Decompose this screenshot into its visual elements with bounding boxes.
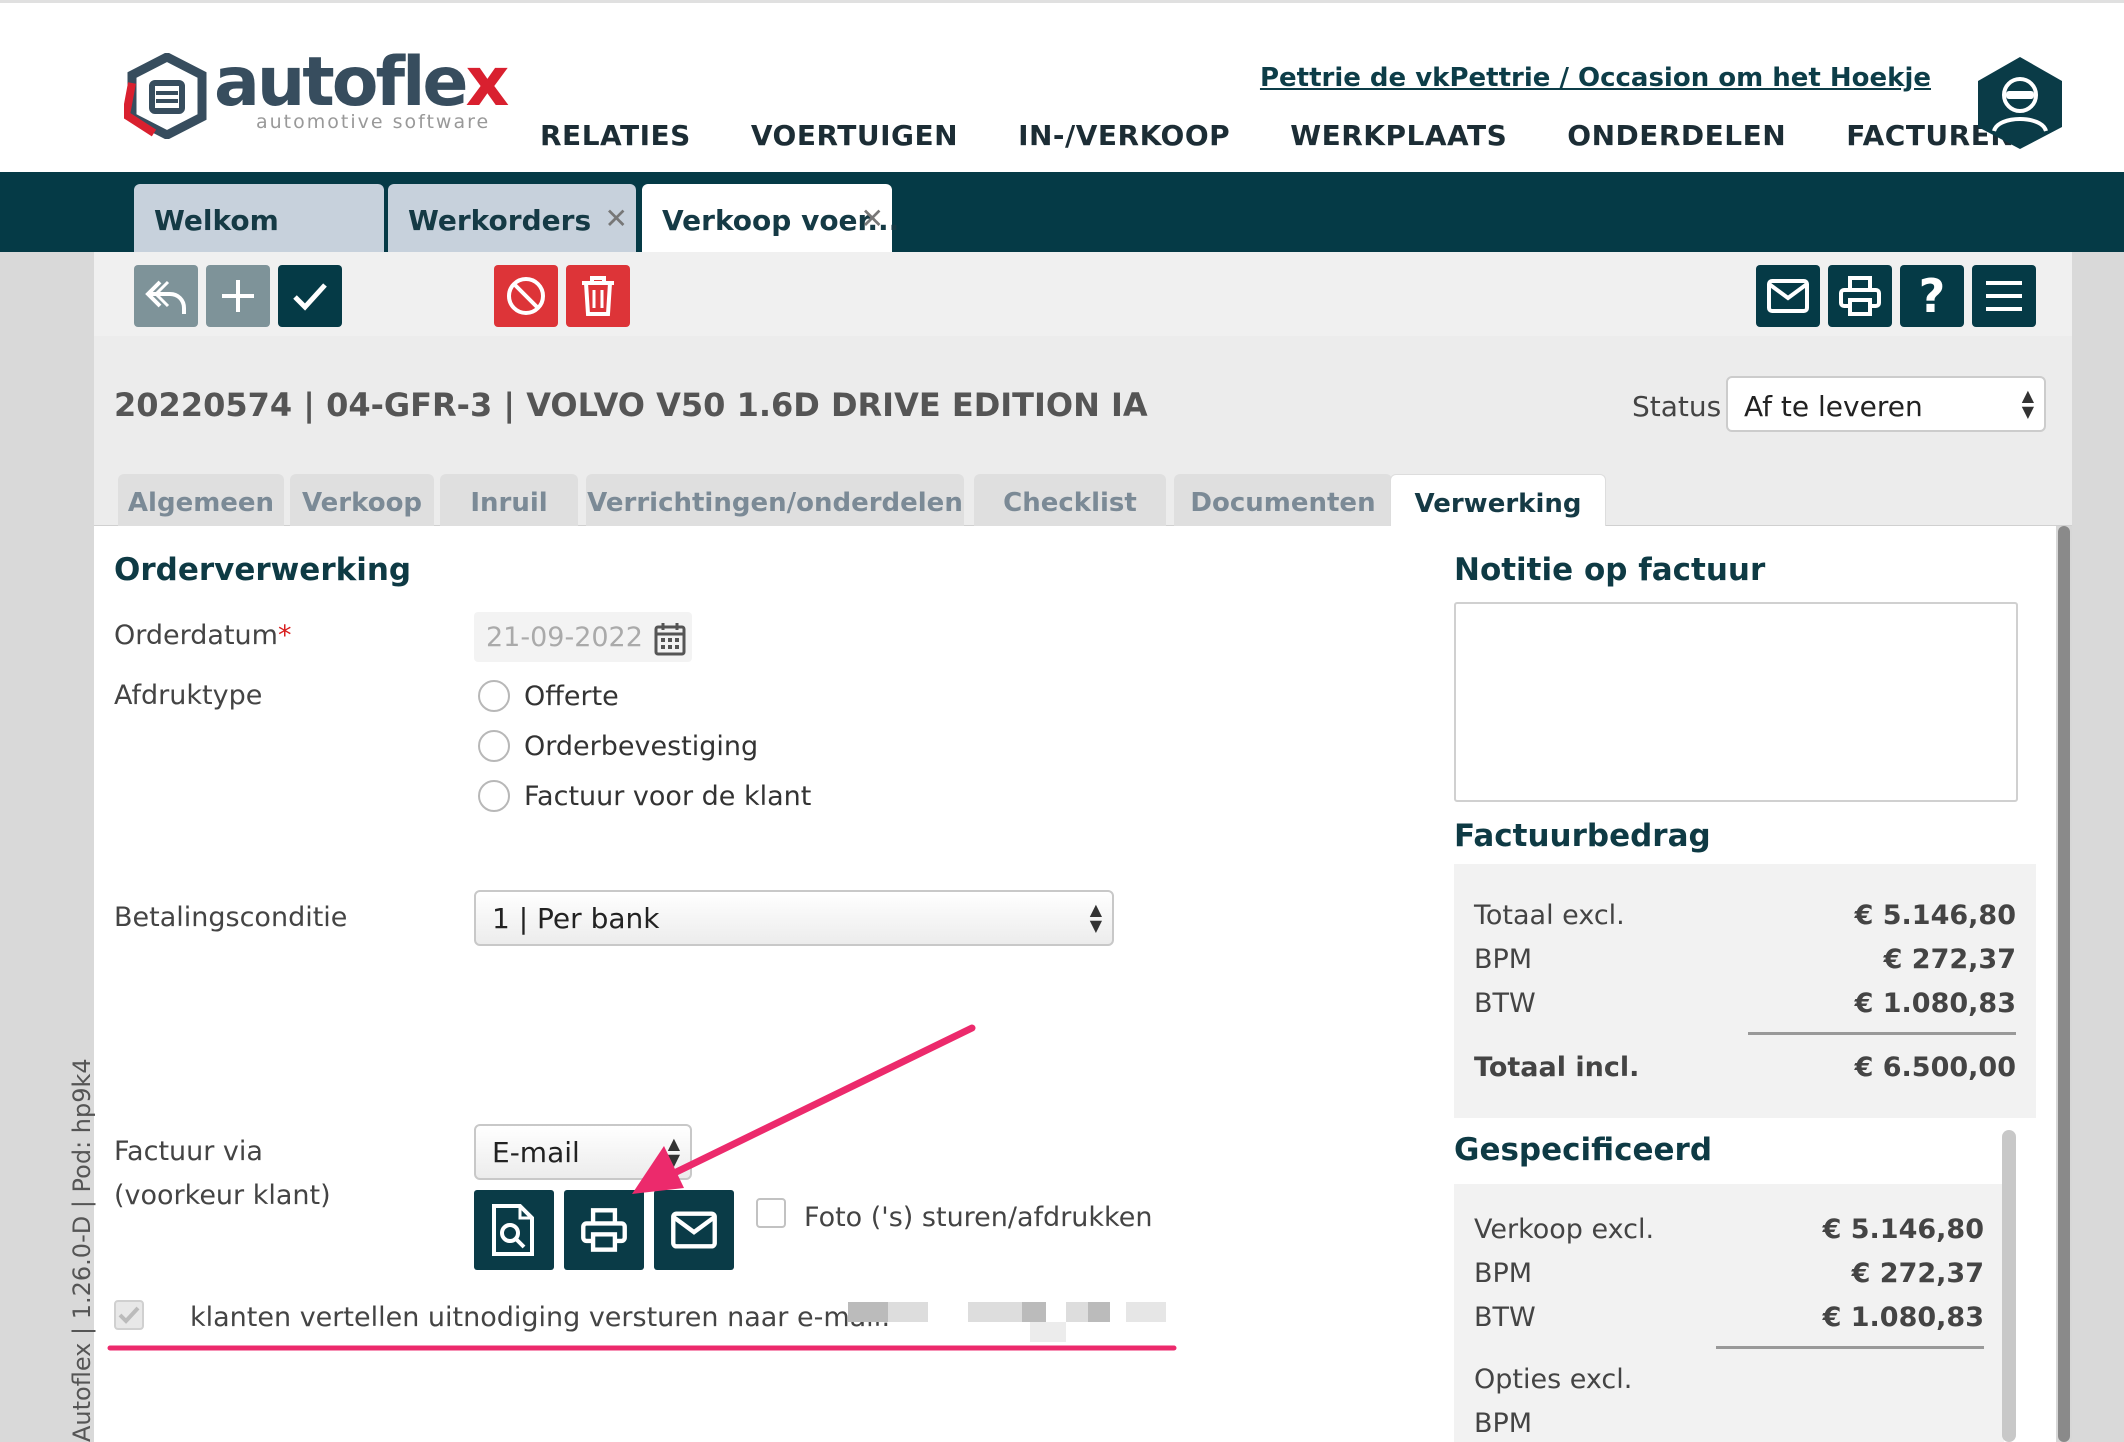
specified-row-label: Verkoop excl. xyxy=(1474,1214,1655,1245)
invoice-amount-panel: Totaal excl. € 5.146,80 BPM € 272,37 BTW € … xyxy=(1454,864,2036,1118)
amount-row-value: € 272,37 xyxy=(1883,944,2016,975)
amount-total-value: € 6.500,00 xyxy=(1854,1052,2016,1083)
specified-divider xyxy=(1716,1346,1984,1349)
specified-panel: Verkoop excl. € 5.146,80 BPM € 272,37 BTW €… xyxy=(1454,1184,2004,1442)
specified-row-value: € 1.080,83 xyxy=(1822,1302,1984,1333)
specified-row: BPM € 272,37 xyxy=(1474,1258,1984,1289)
specified-row-label: BTW xyxy=(1474,1302,1536,1333)
panel-scrollbar[interactable] xyxy=(2002,1130,2016,1442)
invoice-note-title: Notitie op factuur xyxy=(1454,552,1766,588)
specified-row-label: BPM xyxy=(1474,1408,1533,1439)
version-info: Autoflex | 1.26.0-D | Pod: hp9k4 xyxy=(68,1058,96,1442)
subtotal-divider xyxy=(1748,1032,2016,1035)
specified-row-label: Opties excl. xyxy=(1474,1364,1633,1395)
specified-title: Gespecificeerd xyxy=(1454,1132,1713,1168)
amount-row-value: € 1.080,83 xyxy=(1854,988,2016,1019)
amount-row: Totaal excl. € 5.146,80 xyxy=(1474,900,2016,931)
amount-row-label: Totaal excl. xyxy=(1474,900,1625,931)
amount-row-label: BPM xyxy=(1474,944,1533,975)
specified-row: Opties excl. xyxy=(1474,1364,1984,1395)
amount-row: BTW € 1.080,83 xyxy=(1474,988,2016,1019)
specified-row: BTW € 1.080,83 xyxy=(1474,1302,1984,1333)
specified-row-value: € 5.146,80 xyxy=(1822,1214,1984,1245)
amount-row-label: BTW xyxy=(1474,988,1536,1019)
amount-total-row: Totaal incl. € 6.500,00 xyxy=(1474,1052,2016,1083)
amount-row: BPM € 272,37 xyxy=(1474,944,2016,975)
invoice-note-textarea[interactable] xyxy=(1454,602,2018,802)
specified-row-value: € 272,37 xyxy=(1851,1258,1984,1289)
specified-row: Verkoop excl. € 5.146,80 xyxy=(1474,1214,1984,1245)
amount-row-value: € 5.146,80 xyxy=(1854,900,2016,931)
specified-row-label: BPM xyxy=(1474,1258,1533,1289)
specified-row: BPM xyxy=(1474,1408,1984,1439)
annotation-arrow-icon xyxy=(660,1024,976,1182)
amount-total-label: Totaal incl. xyxy=(1474,1052,1640,1083)
invoice-amount-title: Factuurbedrag xyxy=(1454,818,1711,854)
